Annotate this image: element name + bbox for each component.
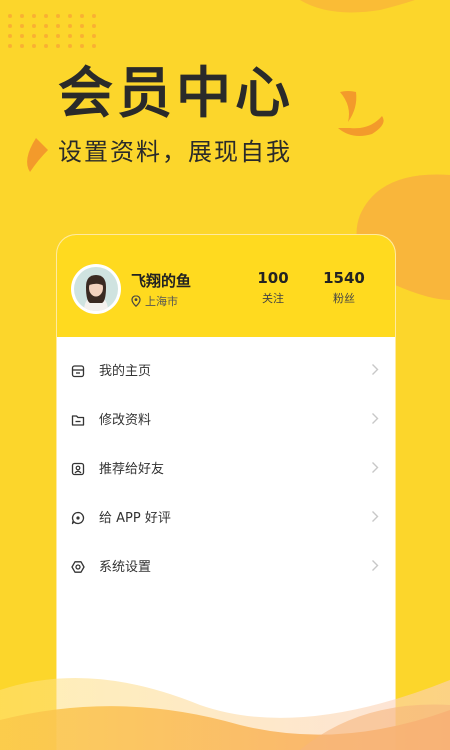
menu-item-edit-profile[interactable]: 修改资料 bbox=[57, 394, 395, 443]
chevron-right-icon bbox=[372, 560, 379, 571]
page-title: 会员中心 bbox=[58, 61, 295, 125]
avatar-image bbox=[74, 267, 118, 311]
comment-heart-icon bbox=[71, 510, 85, 524]
profile-card: 飞翔的鱼 上海市 100 关注 1540 粉丝 我的主页 修改资料 推荐给好友 … bbox=[56, 234, 396, 750]
chevron-right-icon bbox=[372, 364, 379, 375]
menu-item-label: 给 APP 好评 bbox=[99, 511, 171, 526]
following-label: 关注 bbox=[262, 292, 284, 305]
user-location-text: 上海市 bbox=[145, 295, 178, 308]
user-name[interactable]: 飞翔的鱼 bbox=[131, 270, 191, 291]
following-count: 100 bbox=[257, 269, 289, 287]
chevron-right-icon bbox=[372, 511, 379, 522]
fans-stat[interactable]: 1540 粉丝 bbox=[314, 268, 374, 306]
menu-list: 我的主页 修改资料 推荐给好友 给 APP 好评 系统设置 bbox=[57, 337, 395, 590]
dot-pattern bbox=[8, 14, 98, 48]
fans-label: 粉丝 bbox=[333, 292, 355, 305]
settings-icon bbox=[71, 559, 85, 573]
fans-count: 1540 bbox=[323, 269, 365, 287]
menu-item-label: 我的主页 bbox=[99, 364, 152, 379]
menu-item-system-settings[interactable]: 系统设置 bbox=[57, 541, 395, 590]
page-subtitle: 设置资料，展现自我 bbox=[58, 138, 292, 166]
location-pin-icon bbox=[131, 295, 141, 308]
home-icon bbox=[71, 363, 85, 377]
folder-icon bbox=[71, 412, 85, 426]
profile-header: 飞翔的鱼 上海市 100 关注 1540 粉丝 bbox=[57, 235, 395, 337]
share-contact-icon bbox=[71, 461, 85, 475]
following-stat[interactable]: 100 关注 bbox=[243, 268, 303, 306]
avatar[interactable] bbox=[71, 264, 121, 314]
menu-item-label: 修改资料 bbox=[99, 413, 152, 428]
menu-item-rate-app[interactable]: 给 APP 好评 bbox=[57, 492, 395, 541]
chevron-right-icon bbox=[372, 413, 379, 424]
user-location: 上海市 bbox=[131, 293, 178, 309]
menu-item-my-homepage[interactable]: 我的主页 bbox=[57, 345, 395, 394]
menu-item-recommend-friends[interactable]: 推荐给好友 bbox=[57, 443, 395, 492]
menu-item-label: 系统设置 bbox=[99, 560, 152, 575]
chevron-right-icon bbox=[372, 462, 379, 473]
menu-item-label: 推荐给好友 bbox=[99, 462, 165, 477]
